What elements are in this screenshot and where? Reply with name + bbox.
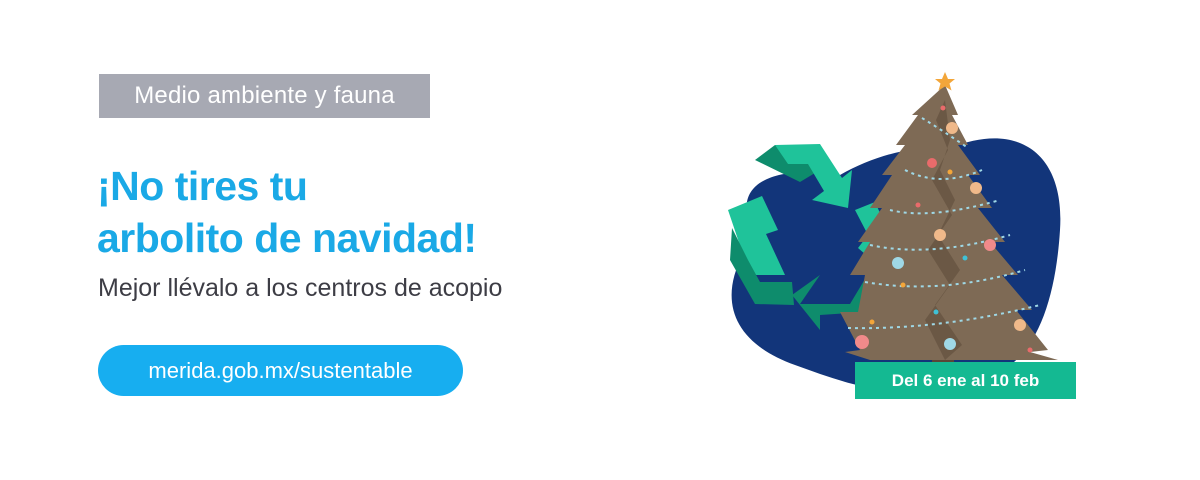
subtitle: Mejor llévalo a los centros de acopio [98, 274, 503, 302]
headline-line-2: arbolito de navidad! [97, 215, 477, 261]
website-link-button[interactable]: merida.gob.mx/sustentable [98, 345, 463, 396]
headline: ¡No tires tu arbolito de navidad! [97, 160, 477, 264]
headline-line-1: ¡No tires tu [97, 163, 308, 209]
date-badge: Del 6 ene al 10 feb [855, 362, 1076, 399]
category-tag: Medio ambiente y fauna [99, 74, 430, 118]
